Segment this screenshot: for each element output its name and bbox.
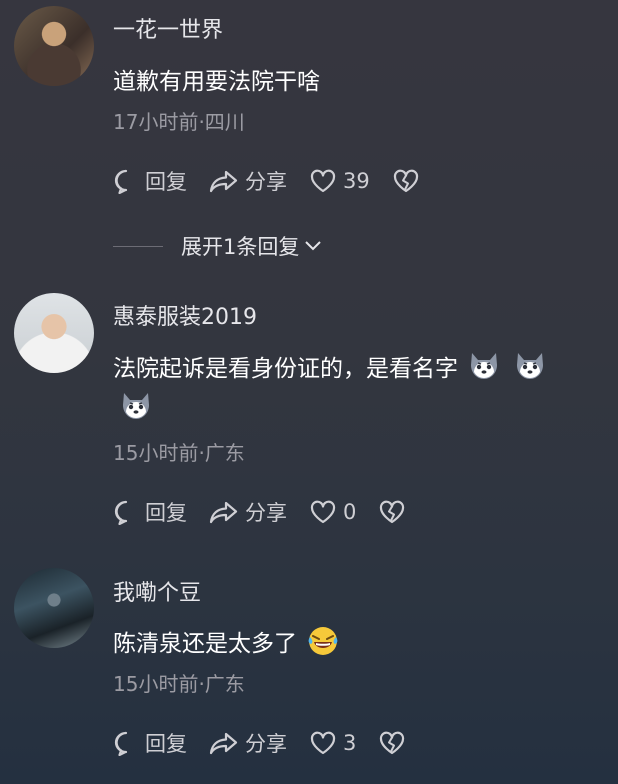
like-button[interactable]: 0 [309,499,356,525]
like-count: 3 [343,731,357,755]
expand-replies-label: 展开1条回复 [181,235,300,259]
reply-button[interactable]: 回复 [113,728,187,758]
share-label: 分享 [245,170,287,194]
like-count: 0 [343,500,357,524]
comment-text-line: 陈清泉还是太多了 [113,624,339,658]
heart-icon [309,730,337,756]
husky-emoji [120,390,152,422]
dislike-button[interactable] [392,168,426,194]
share-button[interactable]: 分享 [209,728,287,758]
share-arrow-icon [209,168,239,194]
like-count: 39 [343,169,370,193]
comment-actions: 回复 分享 3 [113,728,434,758]
comment-meta: 15小时前·广东 [113,672,245,696]
share-button[interactable]: 分享 [209,497,287,527]
comment-username[interactable]: 惠泰服装2019 [113,299,257,331]
husky-emoji [514,350,546,382]
comment-actions: 回复 分享 39 [113,166,448,196]
comment-actions: 回复 分享 0 [113,497,434,527]
reply-label: 回复 [145,732,187,756]
comment-bubble-icon [113,168,139,194]
share-button[interactable]: 分享 [209,166,287,196]
reply-label: 回复 [145,170,187,194]
laughing-crying-emoji [307,625,339,657]
comment-username[interactable]: 一花一世界 [113,12,223,44]
share-arrow-icon [209,730,239,756]
comment-username[interactable]: 我嘞个豆 [113,575,201,607]
heart-icon [309,168,337,194]
husky-emoji [468,350,500,382]
dislike-button[interactable] [378,730,412,756]
share-label: 分享 [245,501,287,525]
comment-text: 道歉有用要法院干啥 [113,69,320,95]
share-arrow-icon [209,499,239,525]
comment-meta: 15小时前·广东 [113,441,245,465]
like-button[interactable]: 3 [309,730,356,756]
chevron-down-icon [305,241,322,251]
reply-label: 回复 [145,501,187,525]
broken-heart-icon [378,730,406,756]
comment-bubble-icon [113,499,139,525]
heart-icon [309,499,337,525]
avatar[interactable] [14,6,94,86]
broken-heart-icon [392,168,420,194]
share-label: 分享 [245,732,287,756]
comment-text: 陈清泉还是太多了 [113,631,297,657]
avatar[interactable] [14,568,94,648]
reply-button[interactable]: 回复 [113,497,187,527]
reply-button[interactable]: 回复 [113,166,187,196]
expand-replies-button[interactable]: 展开1条回复 [113,231,323,261]
comment-meta: 17小时前·四川 [113,110,245,134]
broken-heart-icon [378,499,406,525]
comment-text-line: 法院起诉是看身份证的，是看名字 [113,349,546,383]
comment-text: 法院起诉是看身份证的，是看名字 [113,356,458,382]
avatar[interactable] [14,293,94,373]
like-button[interactable]: 39 [309,168,370,194]
divider [113,245,163,247]
comment-bubble-icon [113,730,139,756]
dislike-button[interactable] [378,499,412,525]
